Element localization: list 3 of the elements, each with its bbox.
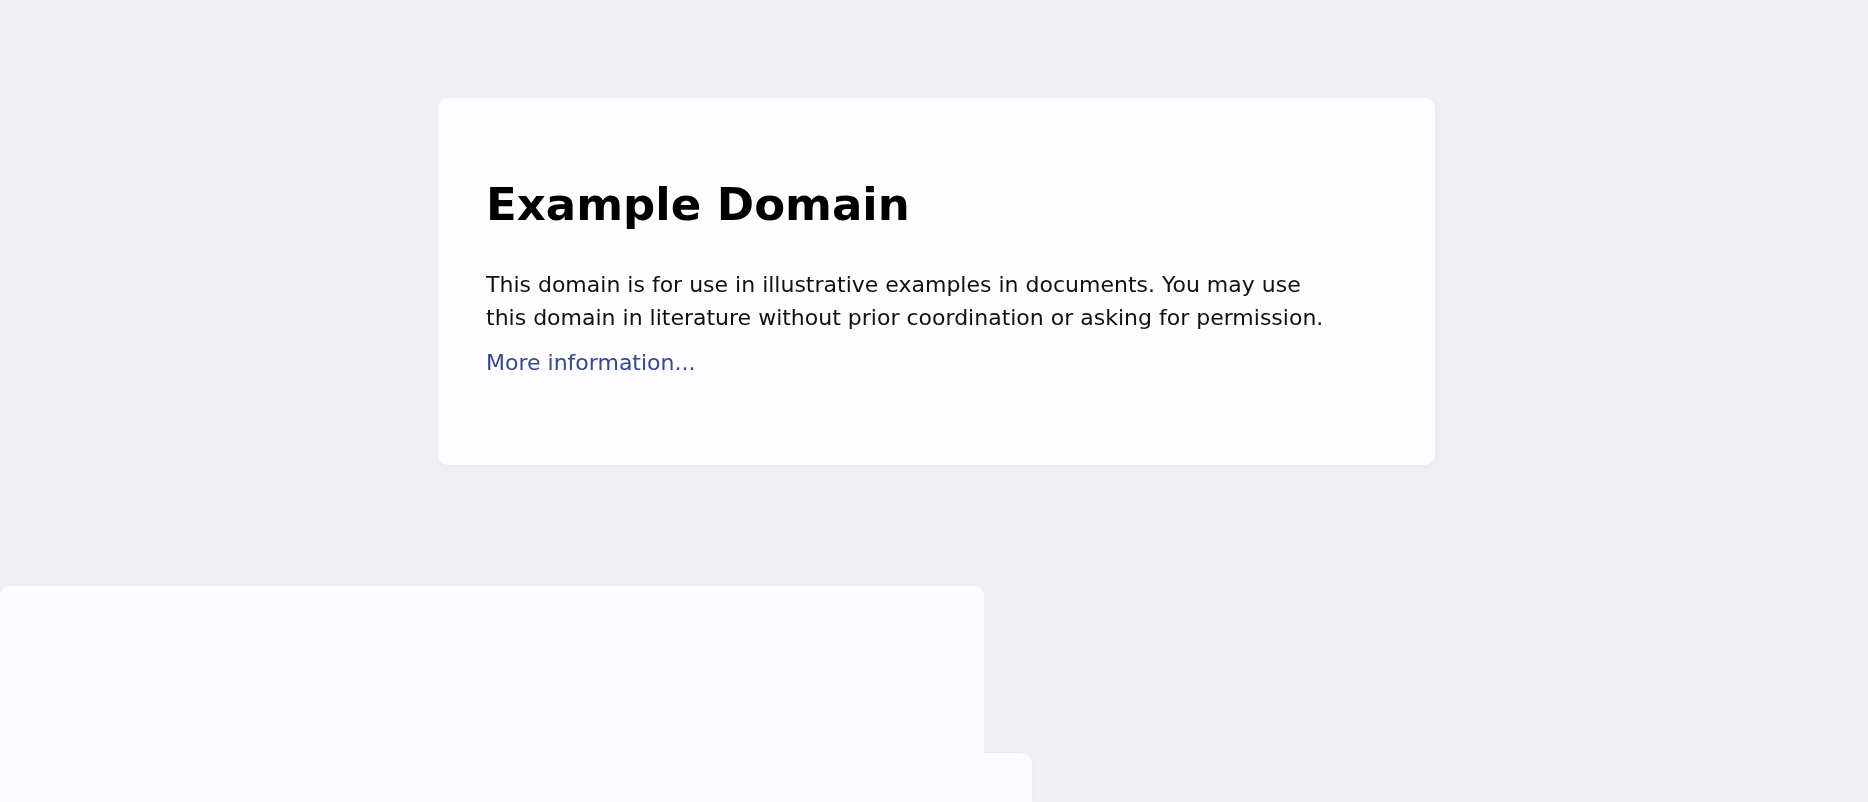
- more-information-link[interactable]: More information...: [486, 350, 696, 375]
- description-text: This domain is for use in illustrative examples in documents. You may use this domain in literature without prior coordination or asking for permission.: [486, 271, 1325, 332]
- page-title: Example Domain: [486, 178, 911, 232]
